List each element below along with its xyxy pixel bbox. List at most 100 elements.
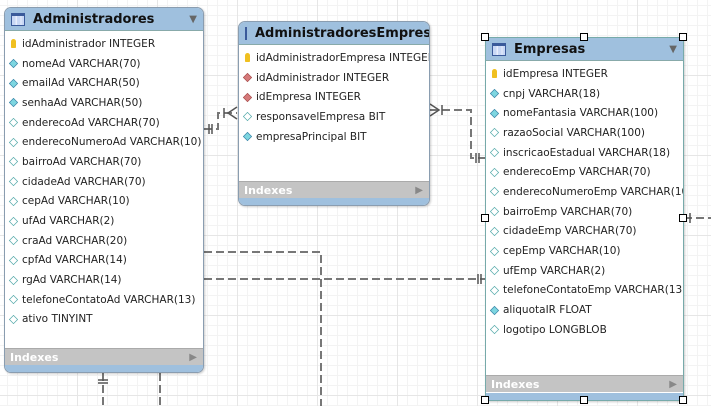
not-null-icon xyxy=(489,305,500,315)
column-row[interactable]: idEmpresa INTEGER xyxy=(239,87,429,107)
column-label: empresaPrincipal BIT xyxy=(256,130,367,143)
resize-handle[interactable] xyxy=(580,33,588,41)
column-row[interactable]: enderecoEmp VARCHAR(70) xyxy=(486,162,683,182)
column-row[interactable]: ufAd VARCHAR(2) xyxy=(5,211,203,231)
collapse-arrow-icon[interactable]: ▼ xyxy=(189,14,197,25)
nullable-icon xyxy=(8,177,19,187)
column-row[interactable]: cepAd VARCHAR(10) xyxy=(5,192,203,212)
nullable-icon xyxy=(489,325,500,335)
nullable-icon xyxy=(242,112,253,122)
nullable-icon xyxy=(8,157,19,167)
not-null-icon xyxy=(242,132,253,142)
column-label: bairroEmp VARCHAR(70) xyxy=(503,205,633,218)
not-null-icon xyxy=(489,88,500,99)
column-row[interactable]: cidadeEmp VARCHAR(70) xyxy=(486,222,683,242)
nullable-icon xyxy=(489,285,500,295)
column-row[interactable]: responsavelEmpresa BIT xyxy=(239,107,429,127)
table-icon xyxy=(245,26,247,40)
resize-handle[interactable] xyxy=(580,396,588,404)
column-label: emailAd VARCHAR(50) xyxy=(22,77,140,90)
resize-handle[interactable] xyxy=(481,396,489,404)
nullable-icon xyxy=(8,216,19,226)
table-empresas[interactable]: Empresas ▼ idEmpresa INTEGER cnpj VARCHAR(… xyxy=(485,37,684,401)
nullable-icon xyxy=(489,187,500,197)
indexes-section[interactable]: Indexes ▶ xyxy=(5,348,203,365)
table-header[interactable]: AdministradoresEmpresas▼ xyxy=(239,22,429,45)
collapse-arrow-icon[interactable]: ▼ xyxy=(669,44,677,55)
column-row[interactable]: telefoneContatoAd VARCHAR(13) xyxy=(5,290,203,310)
nullable-icon xyxy=(489,128,500,138)
foreign-key-icon xyxy=(242,72,253,83)
column-label: enderecoNumeroAd VARCHAR(10) xyxy=(22,136,202,149)
column-row[interactable]: idAdministradorEmpresa INTEGER xyxy=(239,48,429,68)
column-row[interactable]: cepEmp VARCHAR(10) xyxy=(486,241,683,261)
expand-arrow-icon[interactable]: ▶ xyxy=(189,352,197,363)
primary-key-icon xyxy=(245,53,250,63)
column-label: idEmpresa INTEGER xyxy=(256,91,361,104)
nullable-icon xyxy=(8,118,19,128)
column-row[interactable]: idAdministrador INTEGER xyxy=(239,68,429,88)
resize-handle[interactable] xyxy=(481,214,489,222)
resize-handle[interactable] xyxy=(679,214,687,222)
column-row[interactable]: emailAd VARCHAR(50) xyxy=(5,73,203,93)
column-label: aliquotaIR FLOAT xyxy=(503,304,592,317)
column-row[interactable]: bairroAd VARCHAR(70) xyxy=(5,152,203,172)
column-row[interactable]: craAd VARCHAR(20) xyxy=(5,231,203,251)
foreign-key-icon xyxy=(242,92,253,102)
column-label: idAdministrador INTEGER xyxy=(22,37,156,50)
column-row[interactable]: ufEmp VARCHAR(2) xyxy=(486,261,683,281)
column-row[interactable]: cpfAd VARCHAR(14) xyxy=(5,251,203,271)
column-row[interactable]: ativo TINYINT xyxy=(5,310,203,330)
resize-handle[interactable] xyxy=(679,396,687,404)
column-row[interactable]: logotipo LONGBLOB xyxy=(486,320,683,340)
table-administradoresempresas[interactable]: AdministradoresEmpresas▼ idAdministrador… xyxy=(238,21,430,206)
resize-handle[interactable] xyxy=(679,33,687,41)
primary-key-icon xyxy=(492,69,497,79)
column-row[interactable]: bairroEmp VARCHAR(70) xyxy=(486,202,683,222)
column-label: cidadeAd VARCHAR(70) xyxy=(22,175,146,188)
column-row[interactable]: telefoneContatoEmp VARCHAR(13) xyxy=(486,281,683,301)
indexes-label: Indexes xyxy=(244,183,293,197)
resize-handle[interactable] xyxy=(481,33,489,41)
table-title: AdministradoresEmpresas xyxy=(255,25,430,41)
expand-arrow-icon[interactable]: ▶ xyxy=(415,185,423,196)
column-row[interactable]: inscricaoEstadual VARCHAR(18) xyxy=(486,143,683,163)
indexes-section[interactable]: Indexes ▶ xyxy=(486,375,683,392)
column-row[interactable]: idEmpresa INTEGER xyxy=(486,64,683,84)
column-row[interactable]: cidadeAd VARCHAR(70) xyxy=(5,172,203,192)
column-label: idEmpresa INTEGER xyxy=(503,67,608,80)
column-row[interactable]: enderecoNumeroEmp VARCHAR(10) xyxy=(486,182,683,202)
column-row[interactable]: rgAd VARCHAR(14) xyxy=(5,270,203,290)
expand-arrow-icon[interactable]: ▶ xyxy=(669,379,677,390)
column-label: telefoneContatoAd VARCHAR(13) xyxy=(22,293,196,306)
column-row[interactable]: empresaPrincipal BIT xyxy=(239,127,429,147)
nullable-icon xyxy=(489,266,500,276)
indexes-section[interactable]: Indexes ▶ xyxy=(239,181,429,198)
table-icon xyxy=(492,42,506,56)
column-label: nomeAd VARCHAR(70) xyxy=(22,57,141,70)
column-label: enderecoNumeroEmp VARCHAR(10) xyxy=(503,185,684,198)
nullable-icon xyxy=(489,246,500,256)
column-row[interactable]: nomeAd VARCHAR(70) xyxy=(5,54,203,74)
column-row[interactable]: idAdministrador INTEGER xyxy=(5,34,203,54)
table-header[interactable]: Empresas ▼ xyxy=(486,38,683,61)
column-label: enderecoEmp VARCHAR(70) xyxy=(503,166,651,179)
table-administradores[interactable]: Administradores ▼ idAdministrador INTEGER… xyxy=(4,7,204,373)
column-row[interactable]: nomeFantasia VARCHAR(100) xyxy=(486,103,683,123)
table-header[interactable]: Administradores ▼ xyxy=(5,8,203,31)
column-row[interactable]: aliquotaIR FLOAT xyxy=(486,300,683,320)
column-label: ativo TINYINT xyxy=(22,313,93,326)
column-row[interactable]: cnpj VARCHAR(18) xyxy=(486,84,683,104)
nullable-icon xyxy=(489,207,500,217)
column-label: rgAd VARCHAR(14) xyxy=(22,274,122,287)
indexes-label: Indexes xyxy=(10,350,59,364)
nullable-icon xyxy=(489,226,500,236)
column-row[interactable]: enderecoNumeroAd VARCHAR(10) xyxy=(5,132,203,152)
table-icon xyxy=(11,12,25,26)
table-title: Empresas xyxy=(514,41,586,57)
relationship-adminempresas-empresas xyxy=(430,109,485,159)
column-row[interactable]: enderecoAd VARCHAR(70) xyxy=(5,113,203,133)
table-title: Administradores xyxy=(33,11,155,27)
column-row[interactable]: senhaAd VARCHAR(50) xyxy=(5,93,203,113)
column-row[interactable]: razaoSocial VARCHAR(100) xyxy=(486,123,683,143)
